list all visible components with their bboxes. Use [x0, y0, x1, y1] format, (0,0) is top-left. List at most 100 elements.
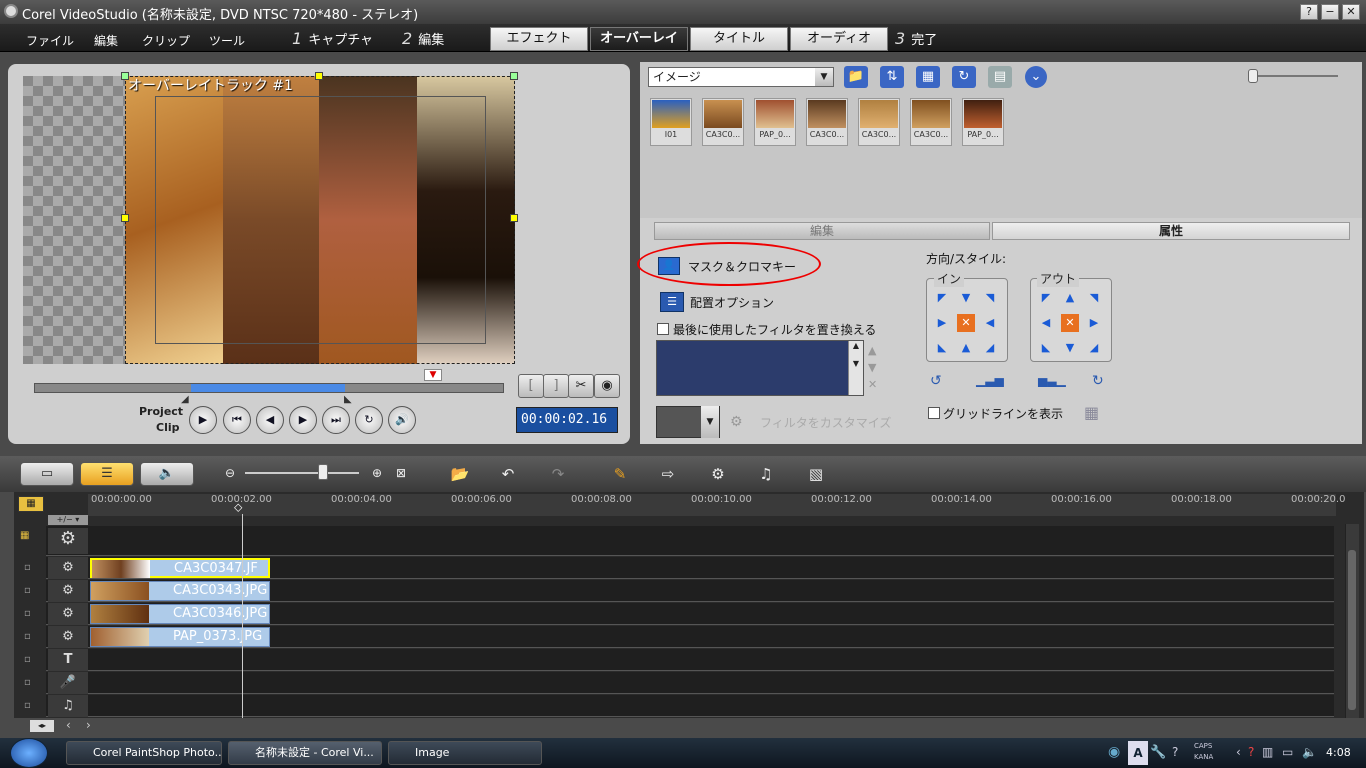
fade-in-icon[interactable]: ▁▃▅ [976, 373, 1004, 387]
ime-help-icon[interactable]: ? [1172, 745, 1178, 759]
out-arrow-e-icon[interactable]: ▶ [1087, 316, 1101, 330]
vscrollbar-thumb[interactable] [1348, 550, 1356, 710]
create-video-icon[interactable]: ⇨ [654, 461, 682, 487]
tab-edit-options[interactable]: 編集 [654, 222, 990, 240]
minimize-button[interactable]: − [1321, 4, 1339, 20]
timeline-clip[interactable]: CA3C0346.JPG [90, 604, 270, 624]
taskbar-item-paintshop[interactable]: Corel PaintShop Photo... [66, 741, 222, 765]
audio-view-button[interactable]: 🔈 [140, 462, 194, 486]
menu-edit[interactable]: 編集 [94, 32, 118, 49]
scroll-left-icon[interactable]: ‹ [66, 718, 71, 732]
track-lock-icon[interactable]: ▫ [24, 654, 36, 666]
mark-in-icon[interactable]: ◢ [181, 394, 189, 405]
chapter-icon[interactable]: ▧ [802, 461, 830, 487]
zoom-in-icon[interactable]: ⊕ [372, 466, 382, 480]
in-arrow-s-icon[interactable]: ▲ [959, 341, 973, 355]
in-arrow-sw-icon[interactable]: ◣ [935, 341, 949, 355]
in-arrow-e-icon[interactable]: ◀ [983, 316, 997, 330]
tab-overlay[interactable]: オーバーレイ [590, 27, 688, 51]
storyboard-view-button[interactable]: ▭ [20, 462, 74, 486]
slider-thumb[interactable] [1248, 69, 1258, 83]
timeline-fit-button[interactable]: ◂▸ [30, 720, 54, 732]
out-arrow-ne-icon[interactable]: ◥ [1087, 291, 1101, 305]
monitor-icon[interactable]: ▭ [1282, 745, 1293, 759]
out-arrow-se-icon[interactable]: ◢ [1087, 341, 1101, 355]
out-arrow-w-icon[interactable]: ◀ [1039, 316, 1053, 330]
filter-list[interactable] [656, 340, 864, 396]
sort-icon[interactable]: ⇅ [880, 66, 904, 88]
repeat-button[interactable]: ↻ [355, 406, 383, 434]
home-button[interactable]: ⏮ [223, 406, 251, 434]
resize-handle[interactable] [315, 72, 323, 80]
in-arrow-w-icon[interactable]: ▶ [935, 316, 949, 330]
tab-effect[interactable]: エフェクト [490, 27, 588, 51]
resize-handle[interactable] [510, 214, 518, 222]
playhead-icon[interactable]: ⬦ [234, 500, 242, 515]
resize-handle[interactable] [121, 214, 129, 222]
tab-attributes[interactable]: 属性 [992, 222, 1350, 240]
in-arrow-se-icon[interactable]: ◢ [983, 341, 997, 355]
out-arrow-nw-icon[interactable]: ◤ [1039, 291, 1053, 305]
mask-chroma-button[interactable]: マスク＆クロマキー [688, 258, 796, 275]
customize-filter-button[interactable]: フィルタをカスタマイズ [760, 414, 891, 431]
step-edit[interactable]: 2 編集 [402, 27, 444, 51]
fit-project-icon[interactable]: ⊠ [396, 466, 406, 480]
track-add-remove-button[interactable]: +/− ▾ [48, 515, 88, 525]
grid-settings-icon[interactable]: ▦ [1084, 403, 1108, 425]
mask-chroma-icon[interactable]: 👤 [658, 257, 680, 275]
clip-mode-label[interactable]: Clip [156, 421, 180, 434]
timeline-clip[interactable]: PAP_0373.JPG [90, 627, 270, 647]
track-lock-icon[interactable]: ▫ [24, 585, 36, 597]
track-lock-icon[interactable]: ▦ [20, 530, 32, 542]
chevron-down-icon[interactable]: ▼ [815, 68, 833, 86]
view-icon[interactable]: ▦ [916, 66, 940, 88]
tray-help-icon[interactable]: ? [1248, 745, 1254, 759]
library-thumb[interactable]: PAP_0... [754, 98, 796, 146]
prev-frame-button[interactable]: ◀ [256, 406, 284, 434]
chevron-down-icon[interactable]: ▼ [701, 406, 719, 438]
in-center-icon[interactable]: ✕ [957, 314, 975, 332]
taskbar-item-videostudio[interactable]: 名称未設定 - Corel Vi... [228, 741, 382, 765]
network-icon[interactable]: ▥ [1262, 745, 1273, 759]
step-finish[interactable]: 3 完了 [895, 27, 937, 51]
taskbar-item-image-folder[interactable]: Image [388, 741, 542, 765]
library-thumb[interactable]: CA3C0... [858, 98, 900, 146]
track-lock-icon[interactable]: ▫ [24, 700, 36, 712]
thumb-size-slider[interactable] [1248, 75, 1338, 77]
start-button[interactable] [10, 738, 48, 768]
library-manager-icon[interactable]: ▤ [988, 66, 1012, 88]
menu-clip[interactable]: クリップ [142, 32, 190, 49]
tab-audio[interactable]: オーディオ [790, 27, 888, 51]
insert-media-icon[interactable]: 📂 [446, 461, 474, 487]
tab-title[interactable]: タイトル [690, 27, 788, 51]
title-track[interactable] [46, 649, 1334, 671]
fade-out-icon[interactable]: ▅▃▁ [1038, 373, 1066, 387]
undo-icon[interactable]: ↶ [494, 461, 522, 487]
music-track[interactable] [46, 695, 1334, 717]
replace-filter-checkbox[interactable] [657, 323, 669, 335]
timeline-clip[interactable]: CA3C0343.JPG [90, 581, 270, 601]
close-button[interactable]: ✕ [1342, 4, 1360, 20]
smart-proxy-icon[interactable]: ✎ [606, 461, 634, 487]
track-lock-icon[interactable]: ▫ [24, 608, 36, 620]
play-button[interactable]: ▶ [189, 406, 217, 434]
track-lock-icon[interactable]: ▫ [24, 562, 36, 574]
refresh-icon[interactable]: ↻ [952, 66, 976, 88]
help-button[interactable]: ? [1300, 4, 1318, 20]
zoom-out-icon[interactable]: ⊖ [225, 466, 235, 480]
in-arrow-ne-icon[interactable]: ◥ [983, 291, 997, 305]
timeline-toggle-icon[interactable]: ▦ [18, 496, 44, 512]
volume-button[interactable]: 🔊 [388, 406, 416, 434]
out-arrow-s-icon[interactable]: ▼ [1063, 341, 1077, 355]
filter-list-scrollbar[interactable]: ▲ ▼ [848, 341, 863, 395]
timeline-clip[interactable]: CA3C0347.JF [90, 558, 270, 578]
playhead-marker-icon[interactable]: ▼ [424, 369, 442, 381]
menu-file[interactable]: ファイル [26, 32, 74, 49]
layout-options-icon[interactable]: ☰ [660, 292, 684, 312]
project-mode-label[interactable]: Project [139, 405, 183, 418]
library-thumb[interactable]: PAP_0... [962, 98, 1004, 146]
clock[interactable]: 4:08 [1326, 746, 1351, 759]
enlarge-preview-button[interactable]: ◉ [594, 374, 620, 398]
library-thumb[interactable]: CA3C0... [910, 98, 952, 146]
track-manager-icon[interactable]: ⚙ [704, 461, 732, 487]
